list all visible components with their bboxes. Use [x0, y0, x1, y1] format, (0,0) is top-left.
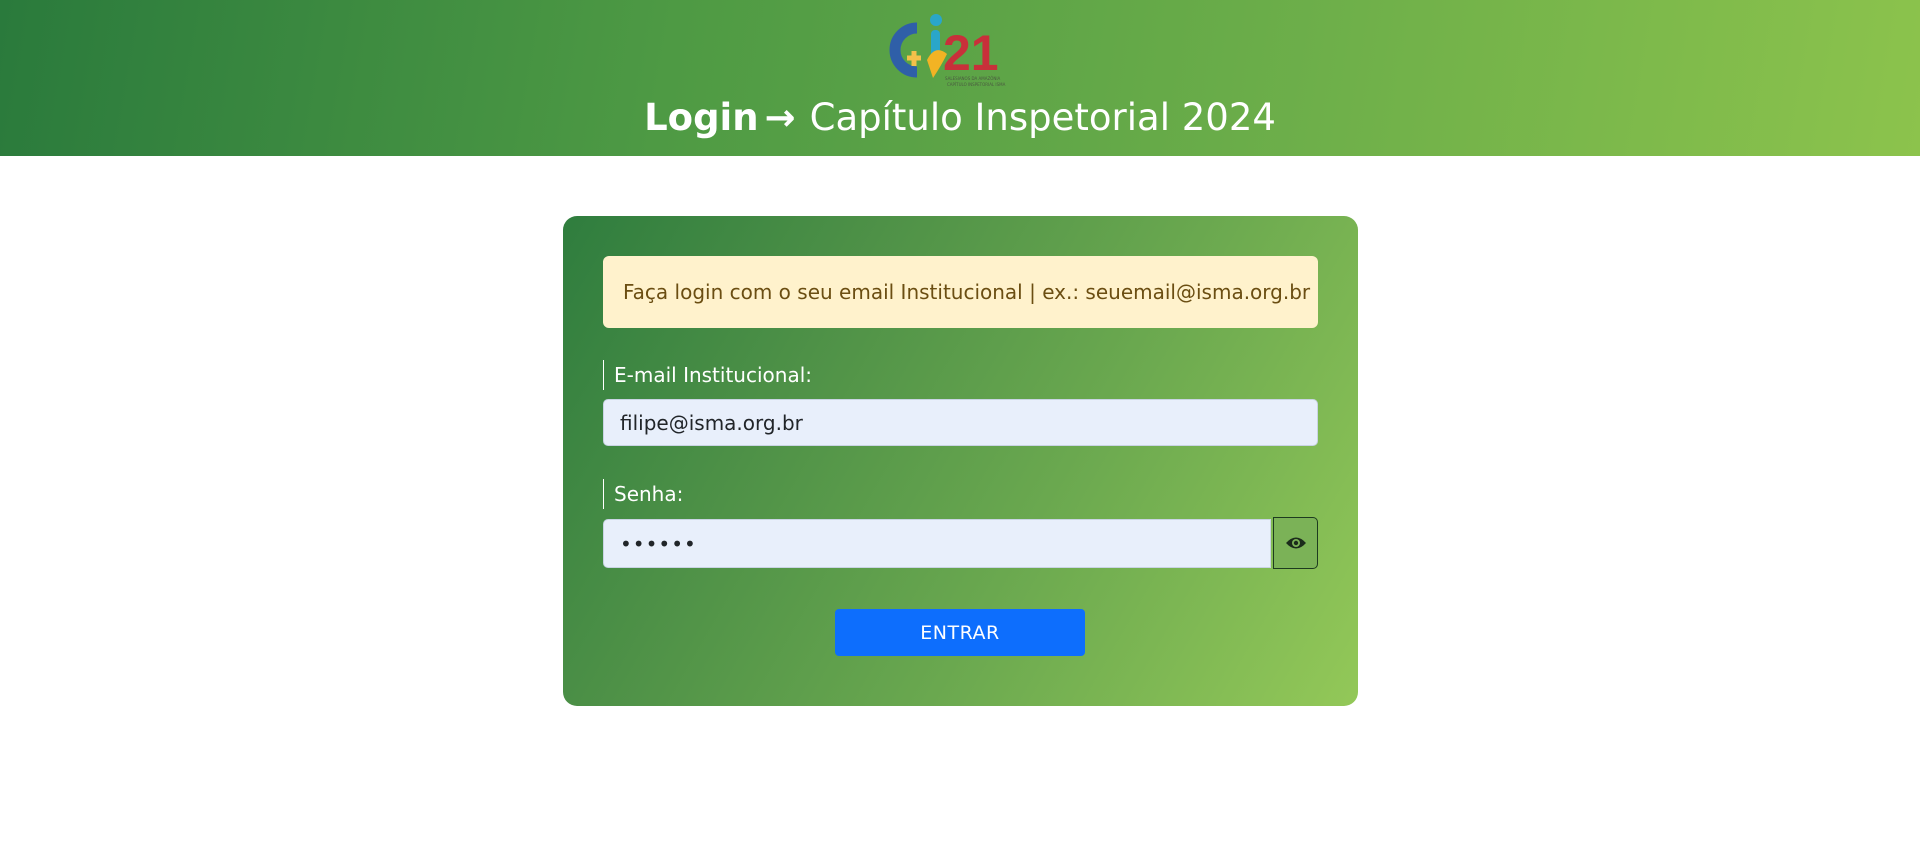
password-field[interactable] [603, 519, 1271, 568]
email-label: E-mail Institucional: [603, 360, 812, 390]
email-field[interactable] [603, 399, 1318, 446]
logo-number: 21 [943, 25, 999, 81]
page-header: 21 SALESIANOS DA AMAZÔNIA CAPÍTULO INSPE… [0, 0, 1920, 156]
password-label: Senha: [603, 479, 683, 509]
login-submit-button[interactable]: ENTRAR [835, 609, 1085, 656]
show-password-button[interactable] [1273, 517, 1318, 569]
arrow-right-icon: → [764, 96, 796, 139]
logo: 21 SALESIANOS DA AMAZÔNIA CAPÍTULO INSPE… [889, 14, 1006, 87]
event-title: Capítulo Inspetorial 2024 [809, 96, 1276, 139]
logo-caption-line1: SALESIANOS DA AMAZÔNIA [945, 76, 1001, 81]
login-card: Faça login com o seu email Institucional… [563, 216, 1358, 706]
login-instructions-alert: Faça login com o seu email Institucional… [603, 256, 1318, 328]
page-title: Login → Capítulo Inspetorial 2024 [0, 90, 1920, 146]
login-word: Login [644, 96, 759, 139]
logo-caption-line2: CAPÍTULO INSPETORIAL ISMA [947, 82, 1006, 87]
eye-icon [1285, 537, 1306, 549]
